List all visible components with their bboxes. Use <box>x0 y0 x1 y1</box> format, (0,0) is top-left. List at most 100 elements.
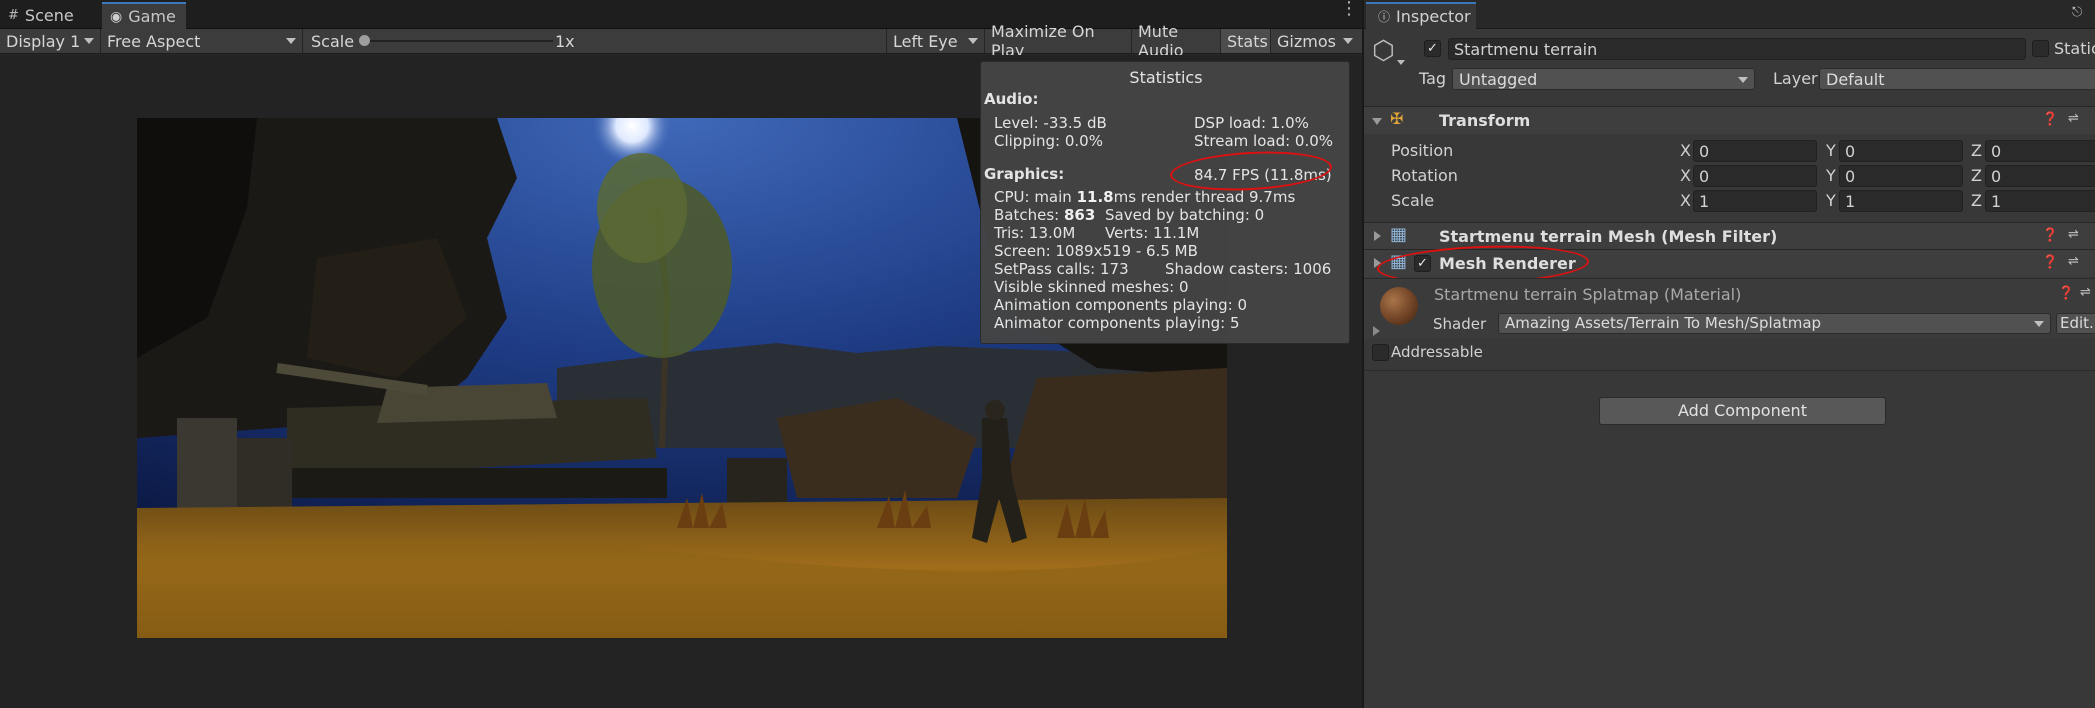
rotation-z-field[interactable]: 0 <box>1985 165 2095 187</box>
layer-value: Default <box>1826 70 1885 89</box>
display-dropdown[interactable]: Display 1 <box>0 29 100 53</box>
tab-game-label: Game <box>128 7 176 26</box>
kebab-menu-icon[interactable]: ⋮ <box>1340 0 1358 24</box>
tab-game[interactable]: ◉ Game <box>102 2 186 29</box>
chevron-down-icon[interactable] <box>1397 60 1405 65</box>
maximize-on-play-button[interactable]: Maximize On Play <box>984 22 1131 60</box>
foldout-icon[interactable] <box>1373 326 1380 336</box>
divider <box>1364 370 2095 371</box>
tab-inspector[interactable]: ⓘ Inspector <box>1366 2 1476 29</box>
add-component-button[interactable]: Add Component <box>1599 397 1886 425</box>
position-z-field[interactable]: 0 <box>1985 140 2095 162</box>
stats-graphics-header: Graphics: <box>984 165 1065 183</box>
mesh-filter-header[interactable]: ▦ Startmenu terrain Mesh (Mesh Filter) ❓… <box>1364 222 2095 250</box>
chevron-down-icon <box>1738 77 1748 83</box>
static-checkbox[interactable] <box>2032 40 2049 57</box>
active-checkbox[interactable]: ✓ <box>1424 40 1441 57</box>
settings-icon[interactable]: ⇌ <box>2068 111 2079 126</box>
rotation-y-field[interactable]: 0 <box>1839 165 1963 187</box>
inspector-panel: ⓘ Inspector ⎋ ⬡ ✓ Startmenu terrain Stat… <box>1362 0 2095 708</box>
shader-label: Shader <box>1433 315 1487 333</box>
stats-dsp: DSP load: 1.0% <box>1194 114 1309 132</box>
gizmos-dropdown[interactable]: Gizmos <box>1270 29 1356 53</box>
stats-cpu-prefix: CPU: main <box>994 188 1077 206</box>
material-name: Startmenu terrain Splatmap (Material) <box>1434 285 1742 304</box>
scale-slider-track[interactable] <box>363 40 553 42</box>
tab-scene[interactable]: # Scene <box>0 2 84 29</box>
mesh-renderer-enabled-checkbox[interactable]: ✓ <box>1414 255 1431 272</box>
static-label: Static <box>2054 39 2095 58</box>
tag-value: Untagged <box>1459 70 1538 89</box>
stats-screen: Screen: 1089x519 - 6.5 MB <box>994 242 1198 260</box>
scale-label: Scale <box>1391 191 1435 210</box>
chevron-down-icon <box>286 38 296 44</box>
help-icon[interactable]: ❓ <box>2058 286 2074 301</box>
scale-y-field[interactable]: 1 <box>1839 190 1963 212</box>
settings-icon[interactable]: ⇌ <box>2080 285 2091 300</box>
aspect-dropdown[interactable]: Free Aspect <box>100 29 302 53</box>
stats-cpu-suffix: ms render thread 9.7ms <box>1113 188 1296 206</box>
stats-button[interactable]: Stats <box>1220 29 1270 53</box>
help-icon[interactable]: ❓ <box>2042 255 2058 270</box>
scale-y-label: Y <box>1826 191 1836 210</box>
game-toolbar: Display 1 Free Aspect Scale 1x Left Eye … <box>0 22 1362 60</box>
position-x-field[interactable]: 0 <box>1693 140 1817 162</box>
foldout-icon[interactable] <box>1374 258 1381 268</box>
display-value: Display 1 <box>6 31 81 51</box>
rotation-label: Rotation <box>1391 166 1458 185</box>
transform-icon: ✠ <box>1390 109 1404 128</box>
object-name-field[interactable]: Startmenu terrain <box>1448 38 2026 60</box>
rotation-x-field[interactable]: 0 <box>1693 165 1817 187</box>
lock-icon[interactable]: ⎋ <box>2072 5 2082 20</box>
material-sphere-icon[interactable] <box>1380 287 1418 325</box>
stats-batches: Batches: 863 <box>994 206 1095 224</box>
transform-title: Transform <box>1439 111 1531 130</box>
position-x-label: X <box>1680 141 1691 160</box>
addressable-label: Addressable <box>1391 343 1483 361</box>
position-y-label: Y <box>1826 141 1836 160</box>
mute-audio-button[interactable]: Mute Audio <box>1131 22 1220 60</box>
help-icon[interactable]: ❓ <box>2042 228 2058 243</box>
stats-cpu-main: 11.8 <box>1076 188 1114 206</box>
shader-value: Amazing Assets/Terrain To Mesh/Splatmap <box>1505 314 1822 332</box>
position-z-label: Z <box>1971 141 1982 160</box>
eye-dropdown[interactable]: Left Eye <box>886 29 984 53</box>
stats-shadow-casters: Shadow casters: 1006 <box>1165 260 1332 278</box>
stats-setpass: SetPass calls: 173 <box>994 260 1129 278</box>
stats-saved-batching: Saved by batching: 0 <box>1105 206 1265 224</box>
layer-dropdown[interactable]: Default <box>1819 68 2095 90</box>
mesh-renderer-title: Mesh Renderer <box>1439 254 1576 273</box>
transform-header[interactable]: ✠ Transform ❓ ⇌ <box>1364 106 2095 134</box>
game-panel: # Scene ◉ Game ⋮ Display 1 Free Aspect S… <box>0 0 1362 708</box>
rotation-x-label: X <box>1680 166 1691 185</box>
rotation-z-label: Z <box>1971 166 1982 185</box>
help-icon[interactable]: ❓ <box>2042 112 2058 127</box>
gameobject-cube-icon: ⬡ <box>1372 36 1395 66</box>
gamepad-icon: ◉ <box>110 8 123 25</box>
chevron-down-icon <box>968 38 978 44</box>
foldout-icon[interactable] <box>1374 231 1381 241</box>
addressable-checkbox[interactable] <box>1372 344 1389 361</box>
scale-z-label: Z <box>1971 191 1982 210</box>
tag-dropdown[interactable]: Untagged <box>1452 68 1755 90</box>
shader-dropdown[interactable]: Amazing Assets/Terrain To Mesh/Splatmap <box>1498 313 2051 334</box>
stats-cpu: CPU: main 11.8ms render thread 9.7ms <box>994 188 1295 206</box>
mesh-grid-icon: ▦ <box>1390 224 1408 245</box>
stats-animator: Animator components playing: 5 <box>994 314 1240 332</box>
scale-z-field[interactable]: 1 <box>1985 190 2095 212</box>
info-icon: ⓘ <box>1378 10 1391 24</box>
settings-icon[interactable]: ⇌ <box>2068 227 2079 242</box>
scale-slider-handle[interactable] <box>359 35 370 46</box>
inspector-tab-bar: ⓘ Inspector ⎋ <box>1364 0 2095 29</box>
scale-x-field[interactable]: 1 <box>1693 190 1817 212</box>
foldout-icon[interactable] <box>1372 118 1382 125</box>
chevron-down-icon <box>84 38 94 44</box>
stats-label: Stats <box>1227 31 1268 51</box>
stats-clipping: Clipping: 0.0% <box>994 132 1103 150</box>
stats-batches-value: 863 <box>1063 206 1096 224</box>
position-y-field[interactable]: 0 <box>1839 140 1963 162</box>
shader-edit-button[interactable]: Edit... <box>2056 313 2095 334</box>
mesh-renderer-header[interactable]: ▦ ✓ Mesh Renderer ❓ ⇌ <box>1364 249 2095 277</box>
stats-fps: 84.7 FPS (11.8ms) <box>1194 166 1332 184</box>
settings-icon[interactable]: ⇌ <box>2068 254 2079 269</box>
